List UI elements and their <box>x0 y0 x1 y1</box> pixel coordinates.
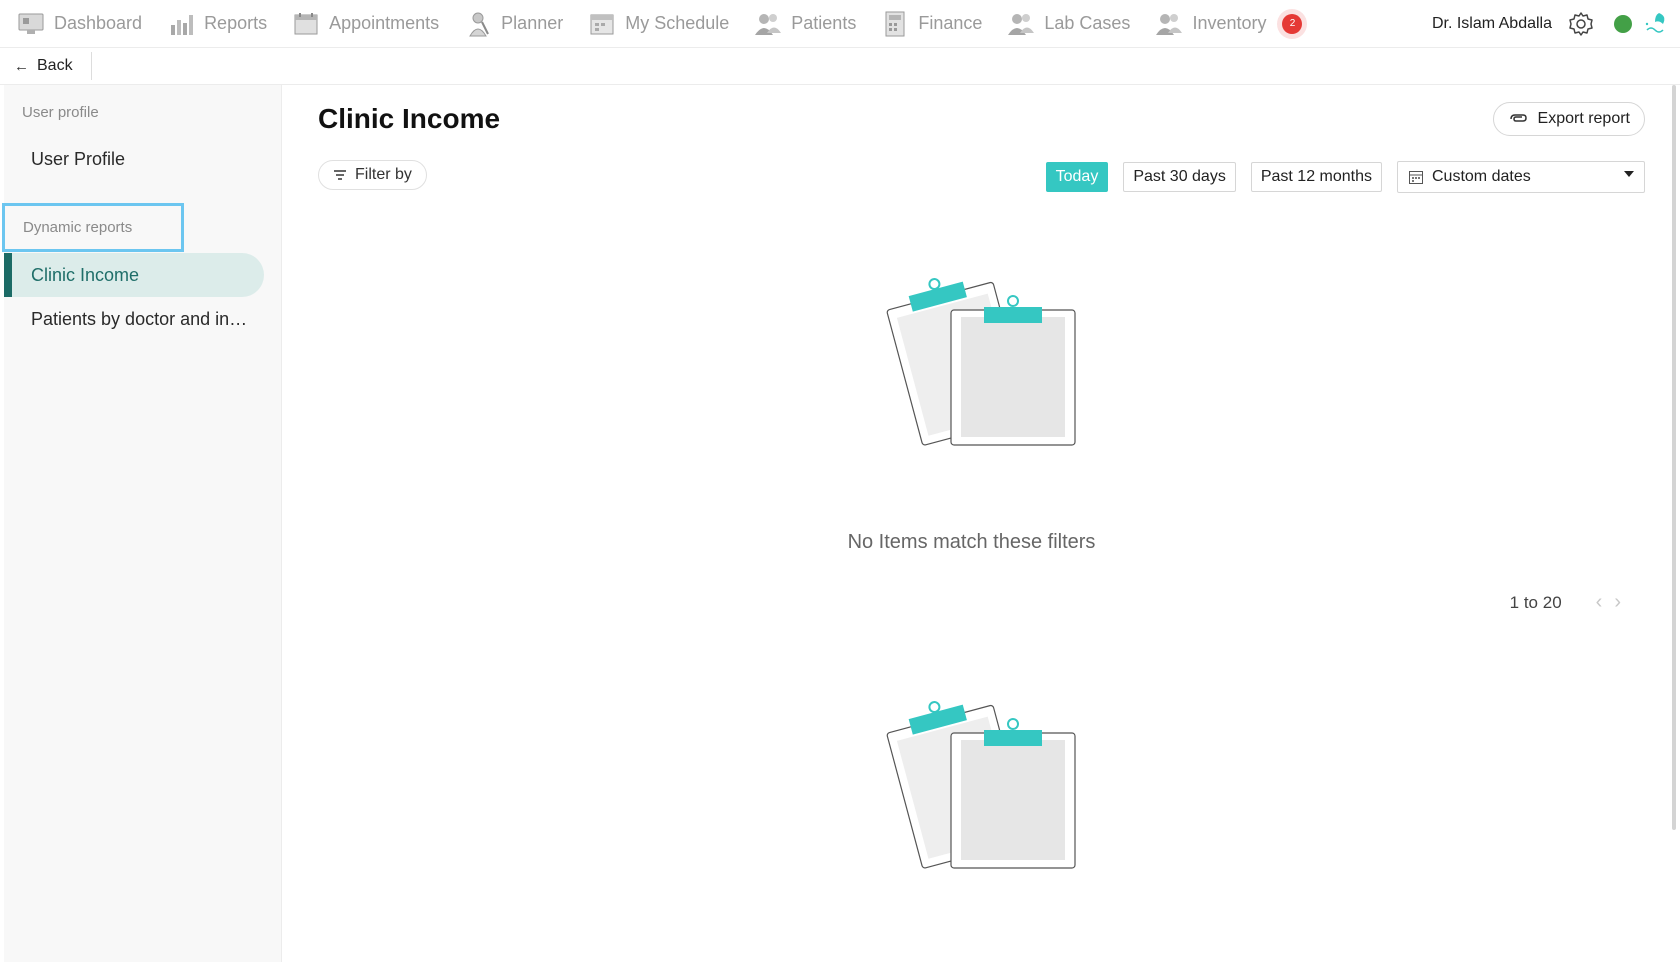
nav-finance[interactable]: Finance <box>876 0 994 48</box>
nav-planner[interactable]: Planner <box>459 0 575 48</box>
nav-inventory[interactable]: Inventory <box>1150 0 1278 48</box>
lab-cases-icon <box>1006 9 1036 39</box>
inventory-icon <box>1154 9 1184 39</box>
dashboard-icon <box>16 9 46 39</box>
inventory-notification-badge[interactable]: 2 <box>1282 13 1303 34</box>
nav-label: Inventory <box>1192 13 1267 33</box>
nav-label: Reports <box>204 13 268 33</box>
range-today-button[interactable]: Today <box>1045 162 1109 192</box>
back-button[interactable]: ← Back <box>0 52 92 80</box>
custom-dates-label: Custom dates <box>1432 168 1531 185</box>
nav-dashboard[interactable]: Dashboard <box>12 0 154 48</box>
nav-lab-cases[interactable]: Lab Cases <box>1002 0 1142 48</box>
back-label: Back <box>37 57 73 74</box>
calendar-icon <box>1408 169 1424 185</box>
sidebar-section-user-profile: User profile <box>22 104 99 121</box>
page-title: Clinic Income <box>318 103 501 134</box>
range-past-12-months-button[interactable]: Past 12 months <box>1250 162 1382 192</box>
pagination: 1 to 20 ‹ › <box>1510 591 1621 614</box>
range-past-30-days-button[interactable]: Past 30 days <box>1123 162 1236 192</box>
custom-dates-select[interactable]: Custom dates <box>1397 161 1645 193</box>
nav-label: Patients <box>791 13 857 33</box>
back-bar: ← Back <box>0 48 1680 85</box>
patients-icon <box>753 9 783 39</box>
nav-my-schedule[interactable]: My Schedule <box>583 0 741 48</box>
nav-label: Planner <box>501 13 564 33</box>
pagination-range: 1 to 20 <box>1509 592 1562 612</box>
top-navigation: Dashboard Reports Appointments Planner M… <box>0 0 1680 48</box>
empty-clipboard-illustration <box>883 265 1083 455</box>
main-content: Clinic Income Export report Filter by To… <box>283 85 1663 962</box>
schedule-icon <box>587 9 617 39</box>
arrow-left-icon: ← <box>14 57 29 75</box>
export-label: Export report <box>1537 110 1630 127</box>
sidebar-item-user-profile[interactable]: User Profile <box>4 137 264 181</box>
vertical-scrollbar[interactable] <box>1670 85 1678 830</box>
brand-logo-icon <box>1640 9 1670 39</box>
nav-label: Appointments <box>329 13 440 33</box>
nav-label: My Schedule <box>625 13 730 33</box>
finance-icon <box>880 9 910 39</box>
nav-label: Finance <box>918 13 983 33</box>
empty-state-message: No Items match these filters <box>847 531 1096 553</box>
chevron-left-icon[interactable]: ‹ <box>1596 591 1603 614</box>
scrollbar-thumb[interactable] <box>1672 85 1676 830</box>
nav-reports[interactable]: Reports <box>162 0 279 48</box>
sidebar-section-dynamic-reports: Dynamic reports <box>2 203 184 252</box>
reports-icon <box>166 9 196 39</box>
chevron-down-icon <box>1624 171 1634 177</box>
nav-appointments[interactable]: Appointments <box>287 0 451 48</box>
online-status-dot <box>1614 15 1632 33</box>
sidebar-item-patients-by-doctor[interactable]: Patients by doctor and in… <box>4 297 264 341</box>
sidebar: User profile User Profile Dynamic report… <box>2 85 282 962</box>
nav-patients[interactable]: Patients <box>749 0 868 48</box>
nav-label: Dashboard <box>54 13 143 33</box>
export-report-button[interactable]: Export report <box>1492 102 1645 136</box>
gear-icon[interactable] <box>1566 9 1596 39</box>
attachment-icon <box>1508 112 1528 126</box>
sidebar-item-clinic-income[interactable]: Clinic Income <box>4 253 264 297</box>
filter-icon <box>333 169 347 181</box>
user-name[interactable]: Dr. Islam Abdalla <box>1432 15 1552 33</box>
chevron-right-icon[interactable]: › <box>1614 591 1621 614</box>
filter-by-button[interactable]: Filter by <box>318 160 427 190</box>
filter-label: Filter by <box>355 166 412 183</box>
nav-label: Lab Cases <box>1044 13 1131 33</box>
date-range-group: Today Past 30 days Past 12 months Custom… <box>1031 161 1645 193</box>
planner-icon <box>463 9 493 39</box>
appointments-icon <box>291 9 321 39</box>
empty-clipboard-illustration <box>883 688 1083 878</box>
